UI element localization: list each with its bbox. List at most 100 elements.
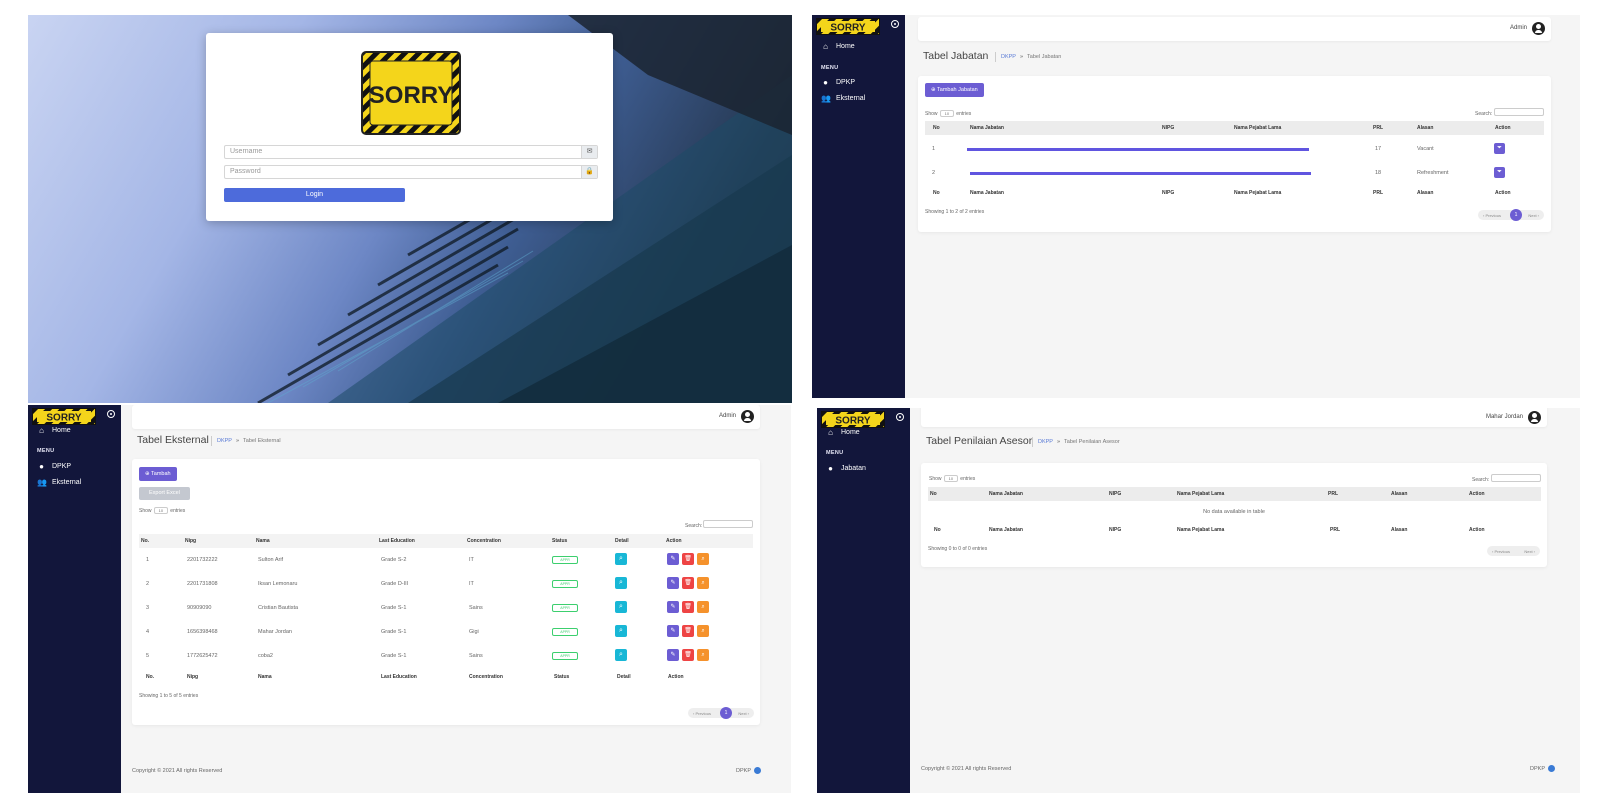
tf-action: Action (1469, 527, 1485, 533)
delete-icon[interactable]: 🗑 (682, 577, 694, 589)
sidebar-logo[interactable]: SORRY (821, 411, 885, 428)
next-button[interactable]: Next › (738, 711, 749, 716)
tf-nipg: Nipg (187, 674, 199, 680)
user-name[interactable]: Mahar Jordan (1486, 414, 1523, 420)
delete-icon[interactable]: 🗑 (682, 625, 694, 637)
avatar[interactable] (741, 410, 754, 423)
page-1-button[interactable]: 1 (720, 707, 732, 719)
sidebar-item-jabatan[interactable]: ● Jabatan (826, 464, 866, 473)
avatar[interactable] (1528, 411, 1541, 424)
th-nama-pejabat-lama[interactable]: Nama Pejabat Lama (1234, 125, 1281, 131)
add-jabatan-button[interactable]: ⊕ Tambah Jabatan (925, 83, 984, 97)
next-button[interactable]: Next › (1528, 213, 1539, 218)
th-prl[interactable]: PRL (1373, 125, 1383, 131)
th-status[interactable]: Status (552, 538, 567, 544)
th-detail[interactable]: Detail (615, 538, 629, 544)
sidebar-item-home[interactable]: ⌂ Home (37, 426, 71, 435)
user-name[interactable]: Admin (1510, 25, 1527, 31)
sidebar-item-dpkp[interactable]: ● DPKP (37, 462, 71, 471)
sidebar-logo[interactable]: SORRY (816, 18, 880, 35)
th-action[interactable]: Action (666, 538, 682, 544)
review-icon[interactable]: ⌕ (697, 553, 709, 565)
th-no[interactable]: No (933, 125, 940, 131)
previous-button[interactable]: ‹ Previous (1492, 549, 1510, 554)
sorry-logo: SORRY (361, 51, 461, 135)
th-nipg[interactable]: NIPG (1109, 491, 1121, 497)
tf-no: No (933, 190, 940, 196)
th-nipg[interactable]: NIPG (1162, 125, 1174, 131)
page-1-button[interactable]: 1 (1510, 209, 1522, 221)
sidebar-item-home[interactable]: ⌂ Home (826, 428, 860, 437)
search-input[interactable] (703, 520, 753, 528)
sidebar-toggle-icon[interactable] (896, 413, 904, 421)
breadcrumb-link[interactable]: DKPP (1038, 439, 1053, 445)
delete-icon[interactable]: 🗑 (682, 553, 694, 565)
edit-icon[interactable]: ✎ (667, 553, 679, 565)
show-label: Show (925, 110, 938, 117)
th-last-education[interactable]: Last Education (379, 538, 415, 544)
add-jabatan-label: Tambah Jabatan (937, 87, 978, 93)
th-alasan[interactable]: Alasan (1417, 125, 1433, 131)
review-icon[interactable]: ⌕ (697, 625, 709, 637)
previous-button[interactable]: ‹ Previous (1483, 213, 1501, 218)
cell-concentration: IT (469, 581, 474, 587)
th-action[interactable]: Action (1495, 125, 1511, 131)
user-name[interactable]: Admin (719, 413, 736, 419)
th-nama-pejabat-lama[interactable]: Nama Pejabat Lama (1177, 491, 1224, 497)
next-button[interactable]: Next › (1524, 549, 1535, 554)
sidebar-item-eksternal[interactable]: 👥 Eksternal (821, 94, 865, 103)
page-size-select[interactable]: 10 (939, 110, 954, 117)
eksternal-card: ⊕ Tambah Export Excel Show 10 entries Se… (132, 459, 760, 725)
th-alasan[interactable]: Alasan (1391, 491, 1407, 497)
detail-search-icon[interactable]: ⌕ (615, 577, 627, 589)
detail-search-icon[interactable]: ⌕ (615, 649, 627, 661)
th-nama[interactable]: Nama (256, 538, 270, 544)
detail-search-icon[interactable]: ⌕ (615, 553, 627, 565)
breadcrumb-link[interactable]: DKPP (217, 438, 232, 444)
search-input[interactable] (1491, 474, 1541, 482)
page-size-select[interactable]: 10 (153, 507, 168, 514)
username-input[interactable]: Username ✉ (224, 145, 598, 159)
review-icon[interactable]: ⌕ (697, 601, 709, 613)
filter-icon[interactable]: ⏷ (1494, 167, 1505, 178)
edit-icon[interactable]: ✎ (667, 577, 679, 589)
page-size-select[interactable]: 10 (943, 475, 958, 482)
delete-icon[interactable]: 🗑 (682, 601, 694, 613)
review-icon[interactable]: ⌕ (697, 649, 709, 661)
add-button[interactable]: ⊕ Tambah (139, 467, 177, 481)
page-title: Tabel Penilaian Asesor (926, 435, 1033, 447)
th-no[interactable]: No. (141, 538, 149, 544)
tf-detail: Detail (617, 674, 631, 680)
detail-search-icon[interactable]: ⌕ (615, 601, 627, 613)
sidebar-item-home[interactable]: ⌂ Home (821, 42, 855, 51)
th-no[interactable]: No (930, 491, 937, 497)
sidebar-item-dpkp[interactable]: ● DPKP (821, 78, 855, 87)
th-action[interactable]: Action (1469, 491, 1485, 497)
export-excel-button[interactable]: Export Excel (139, 487, 190, 500)
edit-icon[interactable]: ✎ (667, 625, 679, 637)
th-prl[interactable]: PRL (1328, 491, 1338, 497)
password-input[interactable]: Password 🔒 (224, 165, 598, 179)
detail-search-icon[interactable]: ⌕ (615, 625, 627, 637)
filter-icon[interactable]: ⏷ (1494, 143, 1505, 154)
sidebar-item-eksternal[interactable]: 👥 Eksternal (37, 478, 81, 487)
login-button[interactable]: Login (224, 188, 405, 202)
cell-no: 3 (146, 605, 150, 611)
edit-icon[interactable]: ✎ (667, 649, 679, 661)
breadcrumb-link[interactable]: DKPP (1001, 54, 1016, 60)
th-nama-jabatan[interactable]: Nama Jabatan (989, 491, 1023, 497)
th-concentration[interactable]: Concentration (467, 538, 501, 544)
edit-icon[interactable]: ✎ (667, 601, 679, 613)
review-icon[interactable]: ⌕ (697, 577, 709, 589)
tf-no: No (934, 527, 941, 533)
search-input[interactable] (1494, 108, 1544, 116)
user-circle-icon: ● (823, 78, 828, 87)
th-nama-jabatan[interactable]: Nama Jabatan (970, 125, 1004, 131)
sidebar-toggle-icon[interactable] (107, 410, 115, 418)
delete-icon[interactable]: 🗑 (682, 649, 694, 661)
sidebar-logo[interactable]: SORRY (32, 408, 96, 425)
th-nipg[interactable]: Nipg (185, 538, 196, 544)
sidebar-toggle-icon[interactable] (891, 20, 899, 28)
previous-button[interactable]: ‹ Previous (693, 711, 711, 716)
avatar[interactable] (1532, 22, 1545, 35)
